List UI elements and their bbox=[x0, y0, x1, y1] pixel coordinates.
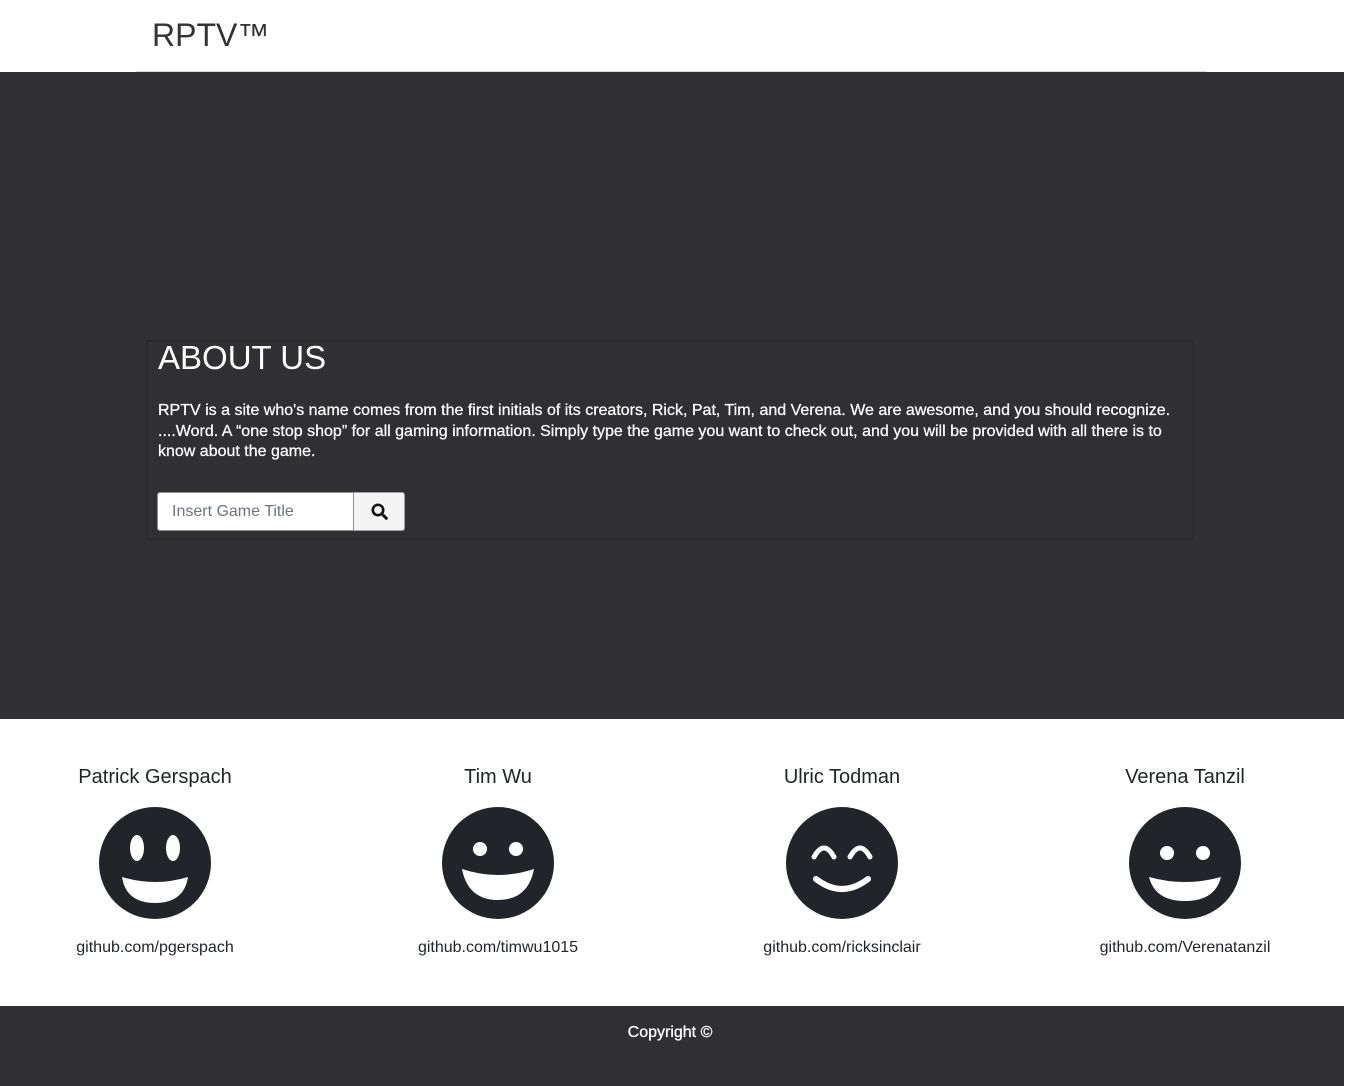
github-link[interactable]: github.com/Verenatanzil bbox=[1035, 936, 1335, 960]
team-member-card: Patrick Gerspach github.com/pgerspach bbox=[5, 762, 305, 960]
navbar: RPTV™ bbox=[0, 0, 1346, 72]
github-link[interactable]: github.com/timwu1015 bbox=[348, 936, 648, 960]
footer: Copyright © bbox=[0, 1006, 1344, 1086]
about-panel: ABOUT US RPTV is a site who's name comes… bbox=[146, 339, 1194, 540]
member-name: Verena Tanzil bbox=[1125, 766, 1245, 788]
brand-logo[interactable]: RPTV™ bbox=[152, 16, 269, 54]
github-link[interactable]: github.com/pgerspach bbox=[5, 936, 305, 960]
search-button[interactable] bbox=[354, 492, 405, 531]
grin-icon bbox=[1129, 807, 1241, 919]
grin-icon bbox=[442, 807, 554, 919]
about-title: ABOUT US bbox=[158, 339, 327, 376]
hero-section: ABOUT US RPTV is a site who's name comes… bbox=[0, 72, 1344, 719]
copyright-text: Copyright © bbox=[627, 1024, 713, 1041]
game-title-input[interactable] bbox=[157, 492, 354, 531]
github-link[interactable]: github.com/ricksinclair bbox=[692, 936, 992, 960]
about-description: RPTV is a site who's name comes from the… bbox=[158, 402, 1171, 460]
member-name: Patrick Gerspach bbox=[78, 766, 232, 788]
member-name: Tim Wu bbox=[464, 766, 532, 788]
team-member-card: Verena Tanzil github.com/Verenatanzil bbox=[1035, 762, 1335, 960]
team-member-card: Tim Wu github.com/timwu1015 bbox=[348, 762, 648, 960]
game-search-form bbox=[157, 492, 405, 532]
team-member-card: Ulric Todman github.com/ricksinclair bbox=[692, 762, 992, 960]
smile-beam-icon bbox=[786, 807, 898, 919]
member-name: Ulric Todman bbox=[783, 766, 901, 788]
search-icon bbox=[371, 503, 388, 520]
grin-tall-icon bbox=[99, 807, 211, 919]
